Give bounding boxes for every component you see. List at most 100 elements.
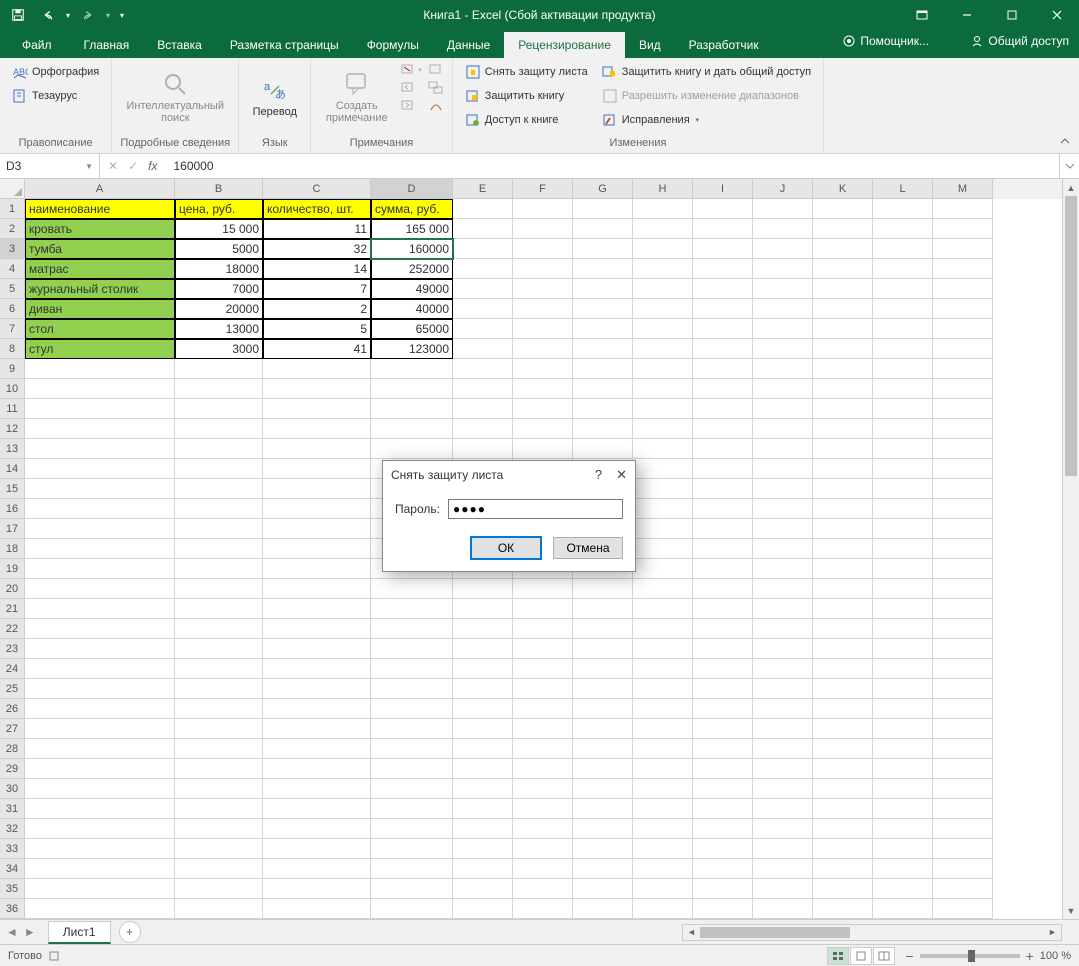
cell[interactable]	[873, 359, 933, 379]
cell[interactable]	[25, 879, 175, 899]
column-header[interactable]: G	[573, 179, 633, 199]
cell[interactable]	[573, 299, 633, 319]
cell[interactable]	[633, 359, 693, 379]
cell[interactable]	[175, 819, 263, 839]
cell[interactable]	[933, 719, 993, 739]
cell[interactable]	[813, 559, 873, 579]
cell[interactable]	[25, 439, 175, 459]
cell[interactable]	[453, 799, 513, 819]
cell[interactable]	[933, 459, 993, 479]
tab-nav-prev-icon[interactable]: ◄	[6, 925, 18, 939]
cell[interactable]: 7000	[175, 279, 263, 299]
cell[interactable]	[753, 819, 813, 839]
cell[interactable]	[453, 639, 513, 659]
cell[interactable]	[933, 539, 993, 559]
zoom-slider[interactable]	[920, 954, 1020, 958]
cell[interactable]	[873, 579, 933, 599]
translate-button[interactable]: aあ Перевод	[247, 62, 302, 132]
tab-layout[interactable]: Разметка страницы	[216, 32, 353, 58]
cell[interactable]: 2	[263, 299, 371, 319]
spelling-button[interactable]: ABC Орфография	[8, 62, 103, 82]
cell[interactable]	[371, 659, 453, 679]
cell[interactable]	[573, 759, 633, 779]
cell[interactable]	[453, 839, 513, 859]
cell[interactable]	[513, 239, 573, 259]
cell[interactable]	[813, 619, 873, 639]
cell[interactable]	[873, 679, 933, 699]
cell[interactable]	[371, 639, 453, 659]
cell[interactable]	[693, 599, 753, 619]
cell[interactable]	[453, 899, 513, 919]
cell[interactable]	[25, 359, 175, 379]
vertical-scrollbar[interactable]: ▲ ▼	[1062, 179, 1079, 919]
cell[interactable]	[693, 619, 753, 639]
new-comment-button[interactable]: Создать примечание	[319, 62, 394, 132]
cell[interactable]	[573, 839, 633, 859]
row-header[interactable]: 9	[0, 359, 24, 379]
cell[interactable]	[873, 659, 933, 679]
column-header[interactable]: E	[453, 179, 513, 199]
cell[interactable]: 49000	[371, 279, 453, 299]
cell[interactable]	[873, 859, 933, 879]
cell[interactable]	[633, 239, 693, 259]
cell[interactable]: 5000	[175, 239, 263, 259]
cell[interactable]	[933, 559, 993, 579]
cell[interactable]	[693, 379, 753, 399]
cell[interactable]	[813, 299, 873, 319]
cell[interactable]	[25, 719, 175, 739]
cell[interactable]	[753, 219, 813, 239]
column-headers[interactable]: ABCDEFGHIJKLM	[25, 179, 1062, 199]
cell[interactable]: 5	[263, 319, 371, 339]
cell[interactable]	[175, 899, 263, 919]
cell[interactable]	[753, 579, 813, 599]
protect-and-share-button[interactable]: Защитить книгу и дать общий доступ	[598, 62, 815, 82]
cell[interactable]	[873, 879, 933, 899]
cell[interactable]	[933, 199, 993, 219]
row-header[interactable]: 36	[0, 899, 24, 919]
cell[interactable]	[633, 579, 693, 599]
cell[interactable]: 15 000	[175, 219, 263, 239]
column-header[interactable]: L	[873, 179, 933, 199]
cell[interactable]: 3000	[175, 339, 263, 359]
cell[interactable]	[693, 699, 753, 719]
column-header[interactable]: A	[25, 179, 175, 199]
cell[interactable]	[873, 319, 933, 339]
cell[interactable]	[753, 339, 813, 359]
scroll-down-icon[interactable]: ▼	[1063, 902, 1079, 919]
scroll-right-icon[interactable]: ►	[1044, 927, 1061, 937]
row-header[interactable]: 16	[0, 499, 24, 519]
cell[interactable]	[25, 839, 175, 859]
cell[interactable]	[933, 799, 993, 819]
undo-icon[interactable]	[36, 3, 60, 27]
cell[interactable]	[371, 619, 453, 639]
cell[interactable]	[513, 619, 573, 639]
cell[interactable]	[753, 239, 813, 259]
cell[interactable]	[263, 739, 371, 759]
cell[interactable]	[175, 779, 263, 799]
cell[interactable]	[633, 339, 693, 359]
cell[interactable]	[933, 499, 993, 519]
row-header[interactable]: 1	[0, 199, 24, 219]
cell[interactable]	[633, 519, 693, 539]
column-header[interactable]: B	[175, 179, 263, 199]
cell[interactable]	[175, 559, 263, 579]
chevron-down-icon[interactable]: ▼	[85, 162, 93, 171]
row-header[interactable]: 15	[0, 479, 24, 499]
cell[interactable]	[693, 759, 753, 779]
cell[interactable]	[753, 279, 813, 299]
dialog-close-icon[interactable]: ✕	[616, 467, 627, 483]
cell[interactable]	[513, 599, 573, 619]
cell[interactable]	[693, 579, 753, 599]
cell[interactable]	[693, 519, 753, 539]
cell[interactable]	[693, 279, 753, 299]
cell[interactable]	[933, 479, 993, 499]
cell[interactable]	[513, 739, 573, 759]
cell[interactable]	[25, 499, 175, 519]
cancel-formula-icon[interactable]: ✕	[108, 159, 118, 173]
cell[interactable]	[453, 599, 513, 619]
cell[interactable]	[813, 679, 873, 699]
cell[interactable]	[371, 439, 453, 459]
cell[interactable]	[633, 319, 693, 339]
unprotect-sheet-button[interactable]: Снять защиту листа	[461, 62, 592, 82]
cell[interactable]: кровать	[25, 219, 175, 239]
